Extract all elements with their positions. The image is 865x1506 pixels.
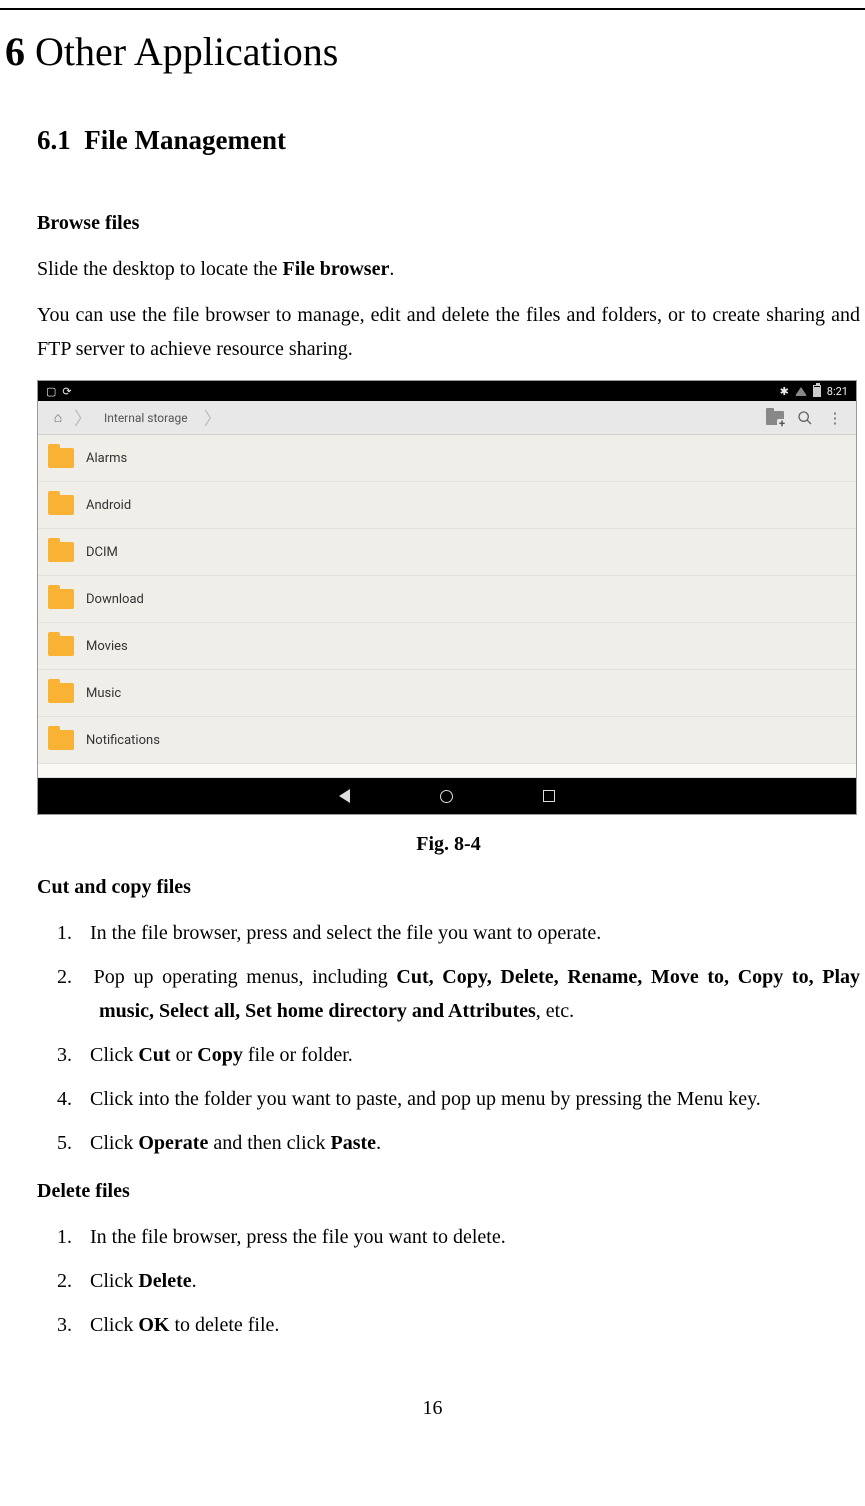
gallery-icon: ▢ bbox=[46, 385, 56, 398]
section-heading: 6.1 File Management bbox=[37, 125, 860, 156]
recents-icon[interactable] bbox=[543, 790, 555, 802]
folder-icon bbox=[48, 683, 74, 703]
status-bar: ▢ ⟳ ✱ 8:21 bbox=[38, 381, 856, 401]
page-number: 16 bbox=[5, 1397, 860, 1420]
chevron-right-icon: 〉 bbox=[72, 405, 94, 431]
search-icon[interactable] bbox=[790, 403, 820, 433]
browse-p1: Slide the desktop to locate the File bro… bbox=[37, 252, 860, 286]
folder-row[interactable]: Android bbox=[38, 482, 856, 529]
home-nav-icon[interactable] bbox=[440, 790, 453, 803]
chapter-heading: 6 Other Applications bbox=[5, 28, 860, 75]
android-navbar bbox=[38, 778, 856, 814]
chapter-number: 6 bbox=[5, 29, 25, 74]
chapter-title: Other Applications bbox=[35, 29, 338, 74]
list-item: 3. Click Cut or Copy file or folder. bbox=[57, 1038, 860, 1072]
new-folder-icon[interactable] bbox=[760, 403, 790, 433]
battery-icon bbox=[813, 385, 821, 397]
delete-heading: Delete files bbox=[37, 1174, 860, 1208]
bluetooth-icon: ✱ bbox=[780, 385, 789, 398]
folder-icon bbox=[48, 495, 74, 515]
folder-label: Notifications bbox=[86, 733, 160, 748]
list-item: 2. Click Delete. bbox=[57, 1264, 860, 1298]
folder-row-partial bbox=[38, 764, 856, 778]
home-icon[interactable]: ⌂ bbox=[44, 404, 72, 432]
section-number: 6.1 bbox=[37, 125, 71, 155]
overflow-menu-icon[interactable]: ⋮ bbox=[820, 403, 850, 433]
screenshot-figure: ▢ ⟳ ✱ 8:21 ⌂ 〉 Internal storage 〉 bbox=[37, 380, 857, 815]
folder-row[interactable]: Download bbox=[38, 576, 856, 623]
delete-list: 1. In the file browser, press the file y… bbox=[37, 1220, 860, 1342]
folder-icon bbox=[48, 730, 74, 750]
cutcopy-list: 1. In the file browser, press and select… bbox=[37, 916, 860, 1160]
cutcopy-heading: Cut and copy files bbox=[37, 870, 860, 904]
folder-icon bbox=[48, 589, 74, 609]
folder-label: DCIM bbox=[86, 545, 118, 560]
folder-icon bbox=[48, 636, 74, 656]
folder-row[interactable]: Alarms bbox=[38, 435, 856, 482]
folder-label: Android bbox=[86, 498, 131, 513]
folder-row[interactable]: Notifications bbox=[38, 717, 856, 764]
back-icon[interactable] bbox=[339, 789, 350, 803]
folder-list: Alarms Android DCIM Download Movies bbox=[38, 435, 856, 778]
folder-label: Music bbox=[86, 686, 121, 701]
folder-row[interactable]: Music bbox=[38, 670, 856, 717]
folder-label: Alarms bbox=[86, 451, 127, 466]
folder-icon bbox=[48, 542, 74, 562]
list-item: 4. Click into the folder you want to pas… bbox=[57, 1082, 860, 1116]
figure-caption: Fig. 8-4 bbox=[37, 833, 860, 856]
chevron-right-icon: 〉 bbox=[202, 405, 224, 431]
folder-label: Movies bbox=[86, 639, 128, 654]
sync-icon: ⟳ bbox=[62, 385, 71, 398]
section-title: File Management bbox=[84, 125, 286, 155]
list-item: 5. Click Operate and then click Paste. bbox=[57, 1126, 860, 1160]
status-time: 8:21 bbox=[827, 385, 848, 398]
folder-icon bbox=[48, 448, 74, 468]
list-item: 2. Pop up operating menus, including Cut… bbox=[57, 960, 860, 1028]
browse-p2: You can use the file browser to manage, … bbox=[37, 298, 860, 366]
wifi-icon bbox=[795, 387, 807, 396]
folder-row[interactable]: DCIM bbox=[38, 529, 856, 576]
list-item: 3. Click OK to delete file. bbox=[57, 1308, 860, 1342]
breadcrumb-segment[interactable]: Internal storage bbox=[94, 405, 202, 431]
folder-label: Download bbox=[86, 592, 144, 607]
file-browser-toolbar: ⌂ 〉 Internal storage 〉 ⋮ bbox=[38, 401, 856, 435]
list-item: 1. In the file browser, press the file y… bbox=[57, 1220, 860, 1254]
folder-row[interactable]: Movies bbox=[38, 623, 856, 670]
browse-heading: Browse files bbox=[37, 206, 860, 240]
list-item: 1. In the file browser, press and select… bbox=[57, 916, 860, 950]
